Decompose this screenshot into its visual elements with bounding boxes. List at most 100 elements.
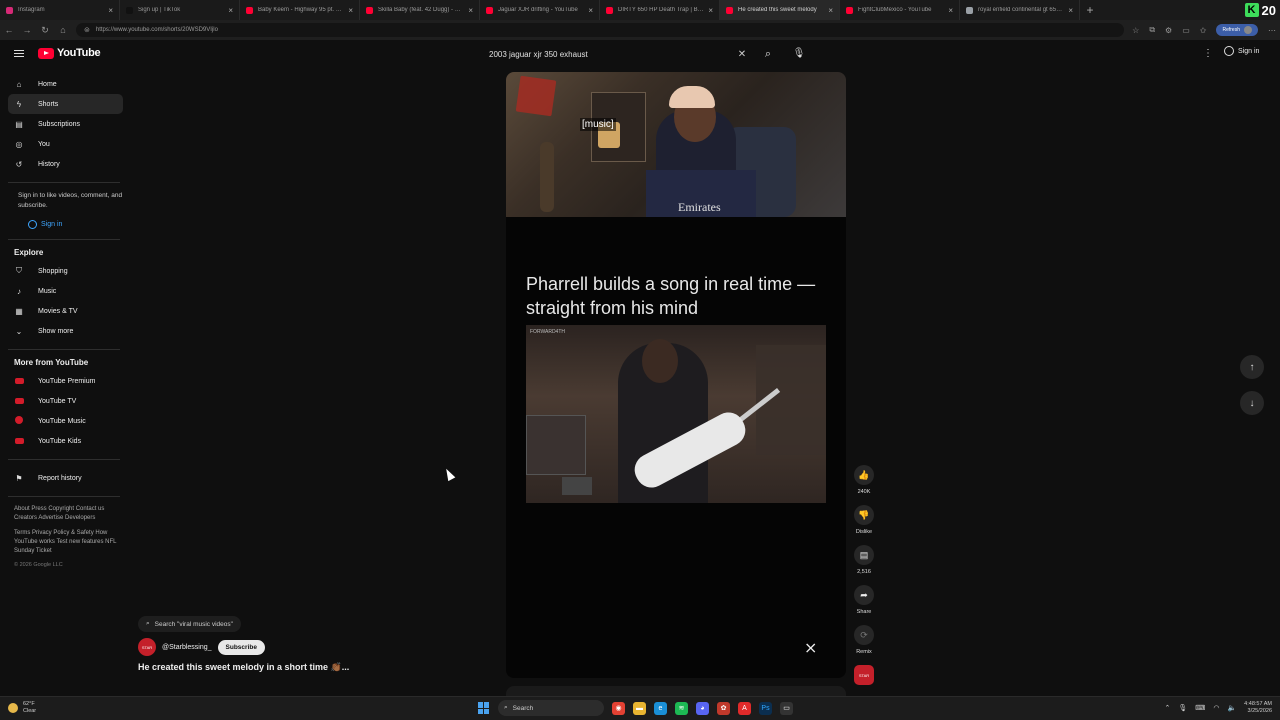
home-button-icon[interactable]: ⌂ [58, 25, 68, 35]
footer-links-primary[interactable]: About Press Copyright Contact us Creator… [8, 505, 123, 523]
search-icon: ⌕ [504, 704, 508, 711]
file-explorer-icon[interactable]: ▬ [633, 701, 646, 715]
menu-icon[interactable] [14, 50, 24, 59]
tab-close-icon[interactable]: × [948, 6, 953, 15]
sidebar-sign-in-button[interactable]: Sign in [22, 217, 123, 231]
sidebar-item-show-more[interactable]: ⌄ Show more [8, 321, 123, 341]
bookmark-star-icon[interactable]: ☆ [1132, 26, 1139, 35]
browser-tab[interactable]: Sign up | TikTok × [120, 0, 240, 20]
extensions-icon[interactable]: ⧉ [1149, 25, 1155, 35]
previous-short-arrow-icon[interactable]: ↑ [1240, 355, 1264, 379]
channel-avatar[interactable]: STAR [854, 665, 874, 685]
tab-close-icon[interactable]: × [708, 6, 713, 15]
tray-chevron-icon[interactable]: ⌃ [1164, 704, 1170, 712]
tab-label: Jaguar XJR drifting - YouTube [498, 7, 578, 13]
like-icon[interactable]: 👍 [854, 465, 874, 485]
browser-tab[interactable]: He created this sweet melody × [720, 0, 840, 20]
volume-icon[interactable]: 🔈 [1227, 704, 1236, 712]
wifi-icon[interactable]: ◠ [1213, 704, 1219, 712]
sidebar-item-shopping[interactable]: ⛉ Shopping [8, 261, 123, 281]
site-info-icon[interactable]: ⊜ [84, 26, 90, 34]
favorites-icon[interactable]: ✩ [1200, 26, 1207, 35]
sidebar-item-history[interactable]: ↺ History [8, 154, 123, 174]
tab-close-icon[interactable]: × [228, 6, 233, 15]
browser-tab[interactable]: Jaguar XJR drifting - YouTube × [480, 0, 600, 20]
next-short-preview[interactable] [506, 686, 846, 696]
spotify-icon[interactable]: ≋ [675, 701, 688, 715]
search-icon: ⌕ [146, 620, 150, 627]
url-text: https://www.youtube.com/shorts/20WSD9VIj… [95, 27, 218, 33]
related-search-chip[interactable]: ⌕ Search "viral music videos" [138, 616, 241, 632]
app-icon[interactable]: ✿ [717, 701, 730, 715]
dislike-icon[interactable]: 👎 [854, 505, 874, 525]
forward-arrow-icon[interactable]: → [22, 25, 32, 35]
browser-tab[interactable]: Baby Keem - Highway 95 pt. 2 (Off × [240, 0, 360, 20]
sidebar-item-home[interactable]: ⌂ Home [8, 74, 123, 94]
acrobat-icon[interactable]: A [738, 701, 751, 715]
sidebar-item-music[interactable]: ♪ Music [8, 281, 123, 301]
search-input[interactable]: 2003 jaguar xjr 350 exhaust [482, 50, 734, 59]
clear-icon[interactable]: ✕ [734, 49, 750, 60]
new-tab-icon[interactable]: + [1080, 3, 1100, 17]
settings-icon[interactable]: ⚙ [1165, 26, 1172, 35]
microphone-icon[interactable]: 🎙 [790, 45, 808, 63]
network-icon[interactable]: ⌨ [1195, 704, 1205, 712]
tab-close-icon[interactable]: × [468, 6, 473, 15]
video-title[interactable]: He created this sweet melody in a short … [138, 662, 498, 673]
browser-tab[interactable]: DIRTY 650 HP Death Trap | Big Tur × [600, 0, 720, 20]
sidebar-item-you[interactable]: ◎ You [8, 134, 123, 154]
sidebar-item-kids[interactable]: YouTube Kids [8, 431, 123, 451]
tab-close-icon[interactable]: × [1068, 6, 1073, 15]
clock[interactable]: 4:48:57 AM 3/25/2026 [1244, 701, 1272, 715]
sidebar-item-shorts[interactable]: ϟ Shorts [8, 94, 123, 114]
comment-icon[interactable]: ▤ [854, 545, 874, 565]
terminal-icon[interactable]: ▭ [780, 701, 793, 715]
taskbar: 62°F Clear ⌕ Search ◉ ▬ e ≋ ◕ ✿ A Ps ▭ ⌃ 🎙… [0, 696, 1280, 720]
footer-links-secondary[interactable]: Terms Privacy Policy & Safety How YouTub… [8, 529, 123, 556]
youtube-logo[interactable]: YouTube [38, 47, 101, 59]
subscribe-button[interactable]: Subscribe [217, 639, 265, 655]
sidebar-item-tv[interactable]: YouTube TV [8, 391, 123, 411]
tab-close-icon[interactable]: × [108, 6, 113, 15]
shorts-player[interactable]: Emirates [music] Pharrell builds a song … [506, 72, 846, 678]
windows-start-icon[interactable] [478, 702, 490, 714]
edge-icon[interactable]: e [654, 701, 667, 715]
browser-tab[interactable]: Instagram × [0, 0, 120, 20]
taskbar-search[interactable]: ⌕ Search [498, 700, 604, 716]
sidebar-icon[interactable]: ▭ [1182, 26, 1190, 35]
photoshop-icon[interactable]: Ps [759, 701, 772, 715]
tab-close-icon[interactable]: × [348, 6, 353, 15]
url-field[interactable]: ⊜ https://www.youtube.com/shorts/20WSD9V… [76, 23, 1125, 37]
sidebar-item-premium[interactable]: YouTube Premium [8, 371, 123, 391]
share-icon[interactable]: ➦ [854, 585, 874, 605]
browser-menu-icon[interactable]: ⋯ [1268, 26, 1276, 35]
sign-in-button[interactable]: Sign in [1224, 46, 1259, 56]
tab-close-icon[interactable]: × [828, 6, 833, 15]
browser-tab[interactable]: Skilla Baby (feat. 42 Dugg) - West × [360, 0, 480, 20]
channel-avatar-small[interactable]: STAR [138, 638, 156, 656]
share-action: ➦ Share [852, 585, 876, 615]
browser-tab[interactable]: FightClubMexico - YouTube × [840, 0, 960, 20]
browser-tab[interactable]: royal enfield continental gt 650 b × [960, 0, 1080, 20]
video-frame-top: Emirates [music] [506, 72, 846, 217]
chrome-icon[interactable]: ◉ [612, 701, 625, 715]
discord-icon[interactable]: ◕ [696, 701, 709, 715]
remix-icon[interactable]: ⟳ [854, 625, 874, 645]
back-arrow-icon[interactable]: ← [4, 25, 14, 35]
microphone-tray-icon[interactable]: 🎙 [1178, 704, 1187, 712]
weather-widget[interactable]: 62°F Clear [8, 701, 36, 715]
sidebar-item-subscriptions[interactable]: ▤ Subscriptions [8, 114, 123, 134]
search-icon[interactable]: ⌕ [760, 48, 776, 61]
search-box[interactable]: 2003 jaguar xjr 350 exhaust ✕ ⌕ [482, 45, 776, 63]
channel-name[interactable]: @Starblessing_ [162, 644, 212, 651]
settings-kebab-icon[interactable]: ⋮ [1203, 48, 1213, 59]
sidebar-item-movies[interactable]: ▦ Movies & TV [8, 301, 123, 321]
more-heading: More from YouTube [14, 358, 89, 367]
refresh-pill[interactable]: Refresh [1216, 24, 1258, 36]
next-short-arrow-icon[interactable]: ↓ [1240, 391, 1264, 415]
tab-close-icon[interactable]: × [588, 6, 593, 15]
sidebar-item-report-history[interactable]: ⚑ Report history [8, 468, 123, 488]
reload-icon[interactable]: ↻ [40, 25, 50, 36]
youtube-header: YouTube 2003 jaguar xjr 350 exhaust ✕ ⌕ … [0, 40, 1280, 68]
sidebar-item-music-app[interactable]: YouTube Music [8, 411, 123, 431]
